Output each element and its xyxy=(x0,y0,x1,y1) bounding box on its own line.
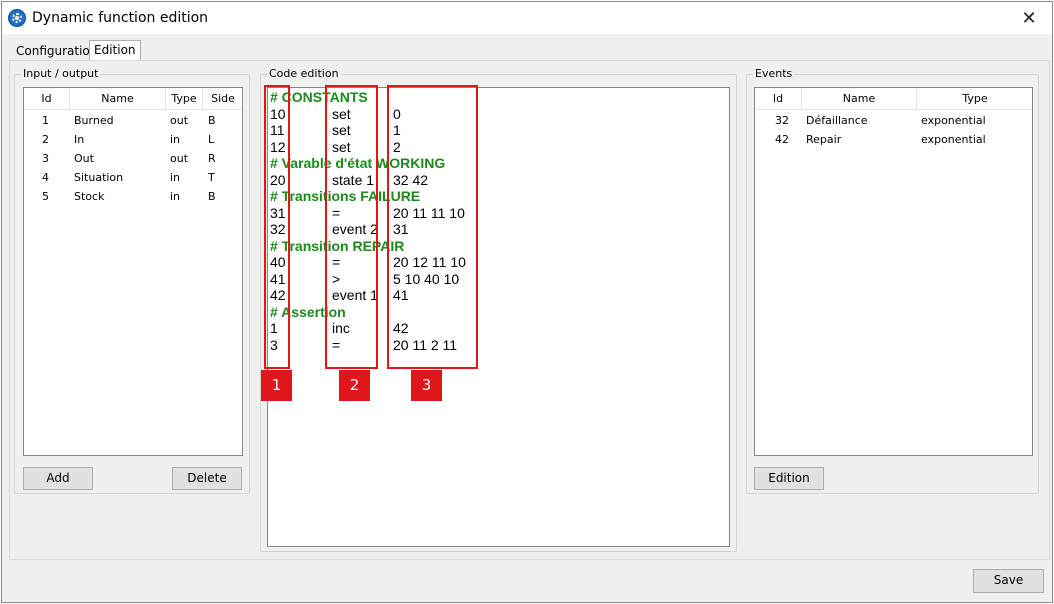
code-edition-title: Code edition xyxy=(267,67,341,81)
delete-button[interactable]: Delete xyxy=(172,467,242,490)
tab-configuration[interactable]: Configuration xyxy=(12,43,101,61)
edition-button[interactable]: Edition xyxy=(754,467,824,490)
io-cell-name: Out xyxy=(74,152,94,165)
io-cell-id: 5 xyxy=(42,190,49,203)
io-col-name[interactable]: Name xyxy=(70,88,166,110)
annotation-box-2 xyxy=(325,85,378,369)
annotation-label-2: 2 xyxy=(339,370,370,401)
event-cell-type: exponential xyxy=(921,114,986,127)
events-col-id[interactable]: Id xyxy=(755,88,802,110)
annotation-box-3 xyxy=(387,85,478,369)
dialog-window: Dynamic function edition ✕ Configuration… xyxy=(1,1,1053,603)
io-cell-side: T xyxy=(208,171,215,184)
io-cell-side: R xyxy=(208,152,216,165)
edition-tab-page: Input / output Id Name Type Side 1 Burned… xyxy=(9,60,1050,560)
event-cell-name: Repair xyxy=(806,133,842,146)
add-button[interactable]: Add xyxy=(23,467,93,490)
io-cell-id: 2 xyxy=(42,133,49,146)
io-cell-side: B xyxy=(208,190,216,203)
io-table-row[interactable]: 5 Stock in B xyxy=(24,187,242,206)
input-output-group: Input / output Id Name Type Side 1 Burned… xyxy=(14,67,250,494)
event-cell-name: Défaillance xyxy=(806,114,868,127)
io-cell-name: In xyxy=(74,133,85,146)
tab-edition[interactable]: Edition xyxy=(89,40,141,60)
io-cell-type: in xyxy=(170,133,181,146)
close-icon: ✕ xyxy=(1021,7,1037,29)
io-table-row[interactable]: 3 Out out R xyxy=(24,149,242,168)
window-title: Dynamic function edition xyxy=(32,10,209,26)
save-button[interactable]: Save xyxy=(973,569,1044,593)
io-cell-name: Situation xyxy=(74,171,124,184)
events-col-name[interactable]: Name xyxy=(802,88,917,110)
io-cell-type: out xyxy=(170,114,189,127)
io-table-row[interactable]: 4 Situation in T xyxy=(24,168,242,187)
close-button[interactable]: ✕ xyxy=(1006,2,1052,34)
io-list-header: Id Name Type Side xyxy=(24,88,242,110)
io-cell-id: 3 xyxy=(42,152,49,165)
annotation-label-3: 3 xyxy=(411,370,442,401)
io-cell-type: in xyxy=(170,190,181,203)
events-list-header: Id Name Type xyxy=(755,88,1032,110)
io-table-row[interactable]: 2 In in L xyxy=(24,130,242,149)
events-col-type[interactable]: Type xyxy=(917,88,1032,110)
events-group: Events Id Name Type 32 Défaillance exponen… xyxy=(746,67,1039,494)
io-cell-side: B xyxy=(208,114,216,127)
event-cell-id: 42 xyxy=(775,133,789,146)
annotation-label-1: 1 xyxy=(261,370,292,401)
io-table-row[interactable]: 1 Burned out B xyxy=(24,111,242,130)
app-gear-icon xyxy=(8,9,26,27)
io-cell-name: Stock xyxy=(74,190,105,203)
events-title: Events xyxy=(753,67,795,81)
event-cell-id: 32 xyxy=(775,114,789,127)
io-cell-name: Burned xyxy=(74,114,114,127)
event-table-row[interactable]: 42 Repair exponential xyxy=(755,130,1032,149)
events-list[interactable]: Id Name Type 32 Défaillance exponential 42 R… xyxy=(754,87,1033,456)
io-col-id[interactable]: Id xyxy=(24,88,70,110)
io-cell-type: in xyxy=(170,171,181,184)
io-col-type[interactable]: Type xyxy=(166,88,203,110)
event-table-row[interactable]: 32 Défaillance exponential xyxy=(755,111,1032,130)
input-output-list[interactable]: Id Name Type Side 1 Burned out B 2 In in L 3 Out o… xyxy=(23,87,243,456)
title-bar: Dynamic function edition ✕ xyxy=(2,2,1052,34)
annotation-box-1 xyxy=(264,85,290,369)
input-output-title: Input / output xyxy=(21,67,101,81)
io-cell-id: 4 xyxy=(42,171,49,184)
io-cell-type: out xyxy=(170,152,189,165)
io-cell-id: 1 xyxy=(42,114,49,127)
io-cell-side: L xyxy=(208,133,215,146)
event-cell-type: exponential xyxy=(921,133,986,146)
io-col-side[interactable]: Side xyxy=(203,88,242,110)
